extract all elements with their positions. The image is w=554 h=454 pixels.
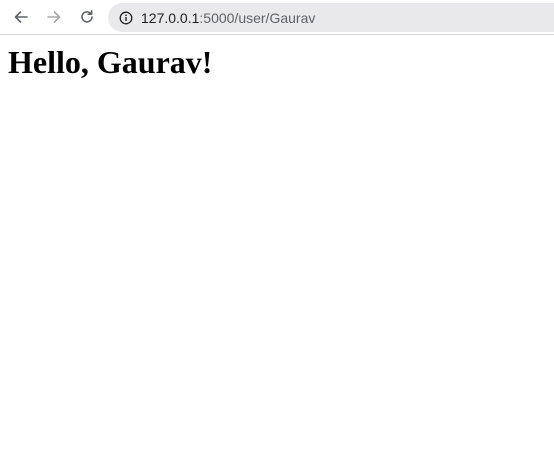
reload-icon [79,9,95,25]
page-heading: Hello, Gaurav! [8,44,213,80]
browser-toolbar: 127.0.0.1:5000/user/Gaurav [0,0,554,35]
arrow-left-icon [13,9,29,25]
arrow-right-icon [46,9,62,25]
info-icon[interactable] [119,11,133,25]
address-bar[interactable]: 127.0.0.1:5000/user/Gaurav [108,3,554,32]
back-button[interactable] [9,5,33,29]
url-path: :5000/user/Gaurav [199,9,316,26]
url-host: 127.0.0.1 [141,9,200,26]
url-text[interactable]: 127.0.0.1:5000/user/Gaurav [141,10,315,26]
page-content: Hello, Gaurav! [0,36,554,454]
forward-button[interactable] [42,5,66,29]
reload-button[interactable] [75,5,99,29]
